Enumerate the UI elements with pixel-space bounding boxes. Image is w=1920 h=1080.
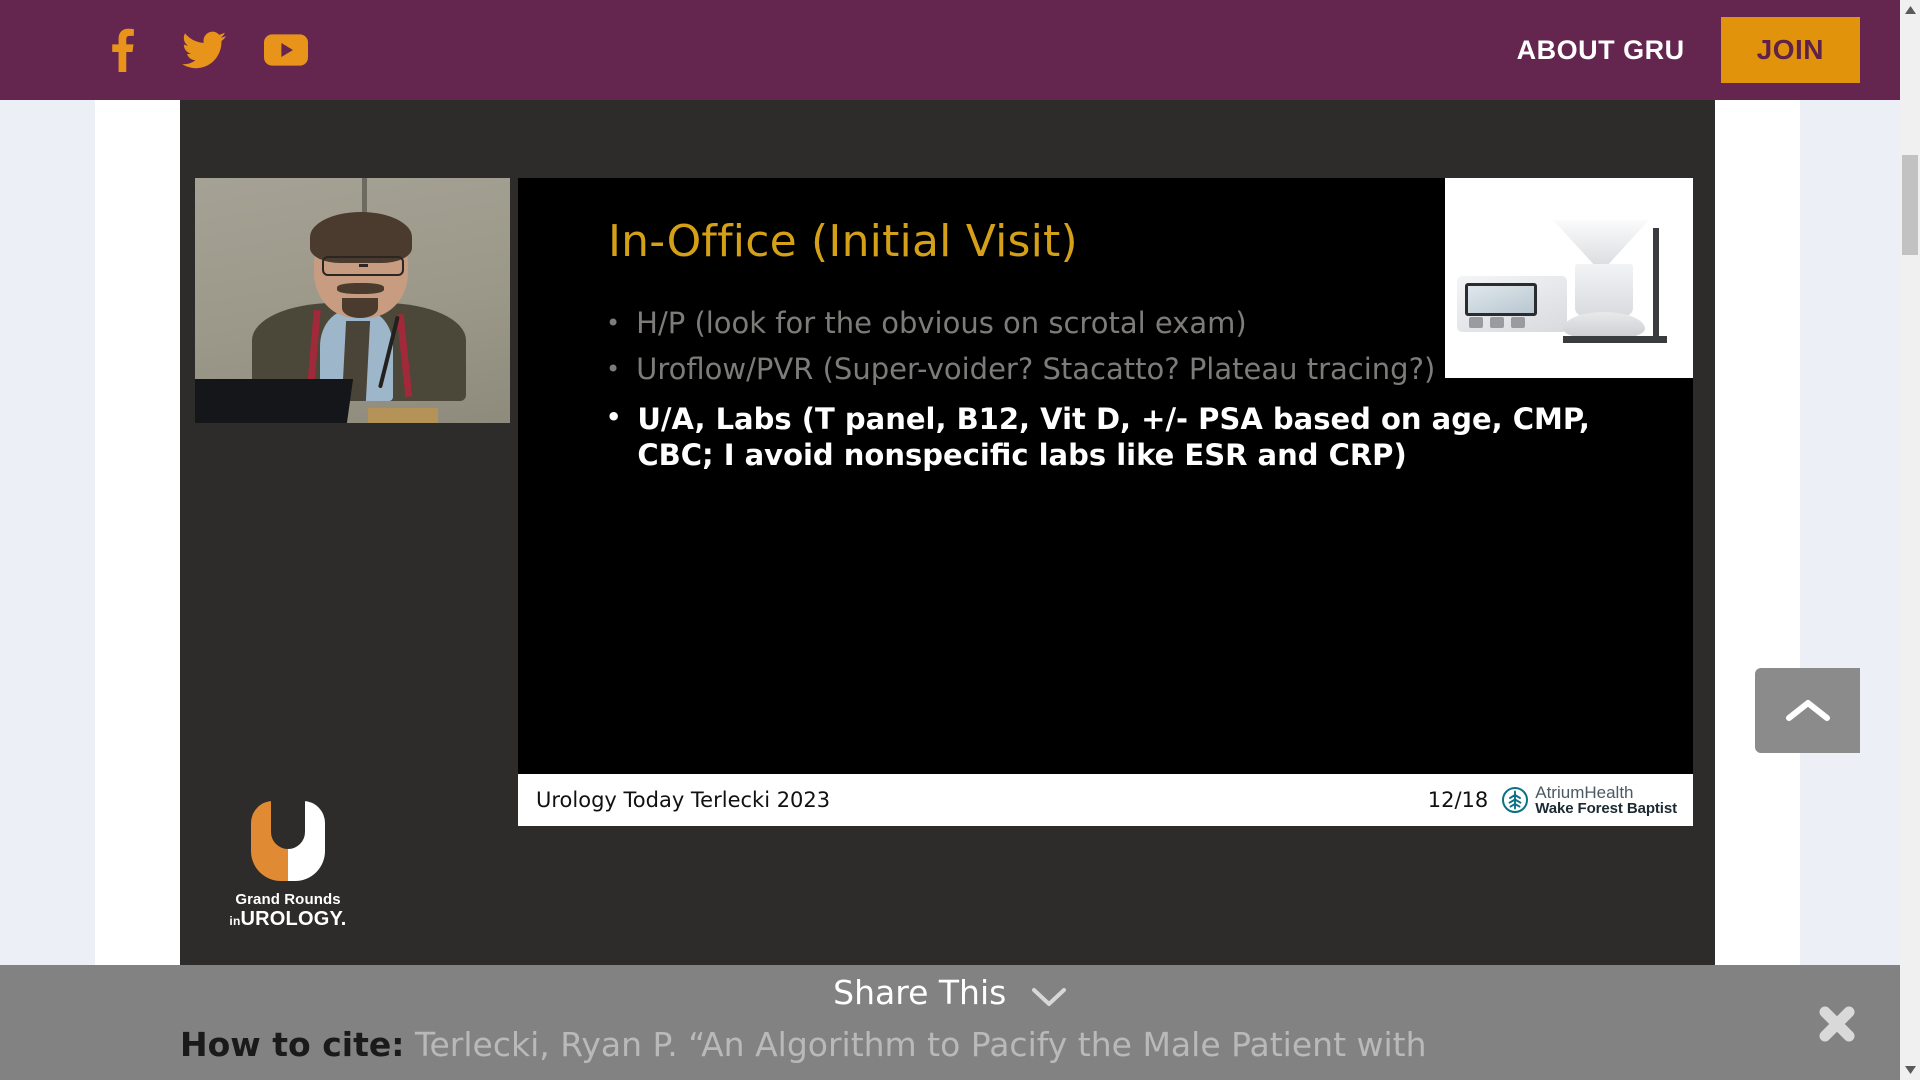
close-icon: [1819, 1006, 1855, 1042]
slide-body: In-Office (Initial Visit) • H/P (look fo…: [518, 178, 1693, 774]
how-to-cite-label: How to cite:: [180, 1025, 405, 1064]
header-actions: ABOUT GRU JOIN: [1517, 17, 1900, 83]
slide-footer-citation: Urology Today Terlecki 2023: [536, 788, 831, 812]
slide-title: In-Office (Initial Visit): [608, 216, 1078, 267]
bullet-dot-icon: •: [606, 403, 622, 432]
atrium-tree-icon: [1502, 787, 1529, 813]
scrollbar-thumb[interactable]: [1902, 155, 1918, 255]
slide-bullet-active: • U/A, Labs (T panel, B12, Vit D, +/- PS…: [606, 402, 1645, 473]
scrollbar-up-arrow[interactable]: [1900, 0, 1920, 20]
gru-u-mark-icon: [251, 801, 325, 881]
page-root: ABOUT GRU JOIN In-Office (Initial Visit)…: [0, 0, 1920, 1080]
bullet-text: H/P (look for the obvious on scrotal exa…: [636, 306, 1247, 340]
atrium-health-logo: AtriumHealth Wake Forest Baptist: [1502, 782, 1677, 818]
share-bar: Share This How to cite: Terlecki, Ryan P…: [0, 965, 1900, 1080]
about-gru-link[interactable]: ABOUT GRU: [1517, 35, 1685, 66]
gru-watermark-logo: Grand Rounds inUROLOGY.: [228, 801, 348, 931]
video-player[interactable]: In-Office (Initial Visit) • H/P (look fo…: [180, 100, 1715, 965]
social-links: [100, 28, 308, 72]
slide-page-number: 12/18: [1427, 788, 1489, 812]
atrium-brand-light: Health: [1584, 782, 1634, 802]
atrium-brand-bold: Atrium: [1535, 782, 1585, 802]
slide-bullet-list: • H/P (look for the obvious on scrotal e…: [606, 308, 1645, 489]
how-to-cite-line: How to cite: Terlecki, Ryan P. “An Algor…: [180, 1025, 1750, 1064]
facebook-icon[interactable]: [100, 28, 144, 72]
slide-footer: Urology Today Terlecki 2023 12/18 Atrium…: [518, 774, 1693, 826]
share-this-label: Share This: [833, 973, 1007, 1012]
slide-bullet: • Uroflow/PVR (Super-voider? Stacatto? P…: [606, 354, 1645, 384]
atrium-brand-sub: Wake Forest Baptist: [1535, 800, 1677, 818]
share-this-toggle[interactable]: Share This: [0, 973, 1900, 1016]
speaker-camera-feed: [195, 178, 510, 423]
scroll-to-top-button[interactable]: [1755, 668, 1860, 753]
bullet-text: Uroflow/PVR (Super-voider? Stacatto? Pla…: [636, 352, 1436, 387]
page-scrollbar[interactable]: [1900, 0, 1920, 1080]
chevron-down-icon: [1031, 977, 1067, 1016]
presentation-slide: In-Office (Initial Visit) • H/P (look fo…: [518, 178, 1693, 826]
gru-logo-line2: inUROLOGY.: [229, 908, 347, 930]
bullet-dot-icon: •: [606, 309, 621, 337]
chevron-up-icon: [1785, 699, 1830, 721]
twitter-icon[interactable]: [182, 28, 226, 72]
bullet-text: U/A, Labs (T panel, B12, Vit D, +/- PSA …: [637, 402, 1590, 472]
gru-logo-line1: Grand Rounds: [235, 891, 341, 908]
site-header: ABOUT GRU JOIN: [0, 0, 1900, 100]
slide-bullet: • H/P (look for the obvious on scrotal e…: [606, 308, 1645, 338]
youtube-icon[interactable]: [264, 28, 308, 72]
scrollbar-down-arrow[interactable]: [1900, 1060, 1920, 1080]
join-button[interactable]: JOIN: [1720, 17, 1860, 83]
bullet-dot-icon: •: [606, 355, 621, 384]
how-to-cite-text: Terlecki, Ryan P. “An Algorithm to Pacif…: [414, 1025, 1427, 1064]
close-share-bar-button[interactable]: [1810, 997, 1864, 1051]
slide-footer-right: 12/18 AtriumHealth Wake Forest Baptist: [1428, 784, 1677, 817]
